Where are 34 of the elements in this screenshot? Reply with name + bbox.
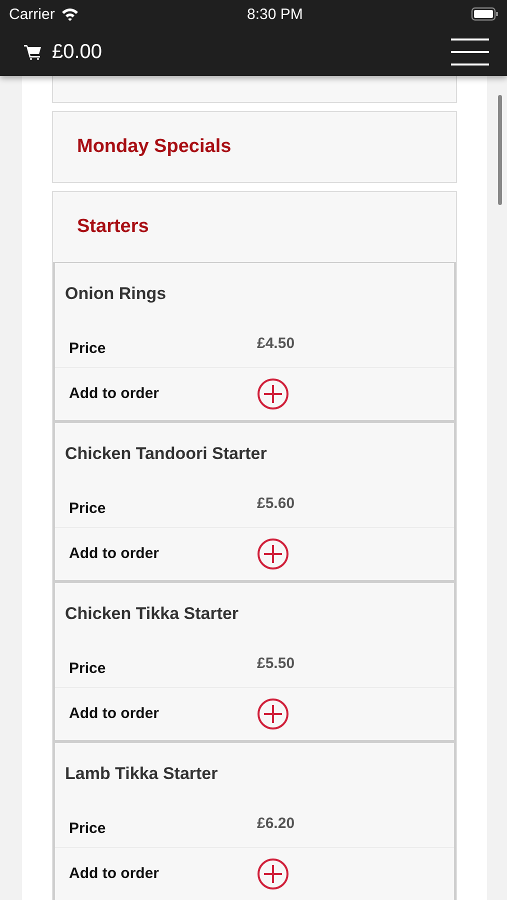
cart-button[interactable]: £0.00 [24,40,102,64]
add-button[interactable] [257,378,289,410]
price-label: Price [69,820,107,837]
cart-icon [24,44,42,60]
add-button[interactable] [257,538,289,570]
item-price: £6.20 [257,814,296,832]
plus-circle-icon [257,378,289,410]
item-price: £5.50 [257,654,296,672]
battery-icon [471,7,499,21]
item-name: Chicken Tandoori Starter [64,443,268,465]
category-title[interactable]: Starters [53,192,456,262]
menu-button[interactable] [451,38,489,66]
category-title[interactable]: Monday Specials [53,112,456,182]
item-name: Chicken Tikka Starter [64,603,240,625]
add-to-order-label: Add to order [69,865,160,882]
add-button[interactable] [257,858,289,890]
item-name: Lamb Tikka Starter [64,763,219,785]
plus-circle-icon [257,538,289,570]
menu-icon [451,38,489,66]
price-label: Price [69,500,107,517]
carrier-label: Carrier [9,6,55,22]
price-label: Price [69,340,107,357]
item-price: £4.50 [257,334,296,352]
item-name: Onion Rings [64,283,168,305]
wifi-icon [60,7,79,21]
plus-circle-icon [257,858,289,890]
add-button[interactable] [257,698,289,730]
add-to-order-label: Add to order [69,385,160,402]
add-to-order-label: Add to order [69,705,160,722]
add-to-order-label: Add to order [69,545,160,562]
status-time: 8:30 PM [246,6,303,22]
price-label: Price [69,660,107,677]
plus-circle-icon [257,698,289,730]
item-price: £5.60 [257,494,296,512]
